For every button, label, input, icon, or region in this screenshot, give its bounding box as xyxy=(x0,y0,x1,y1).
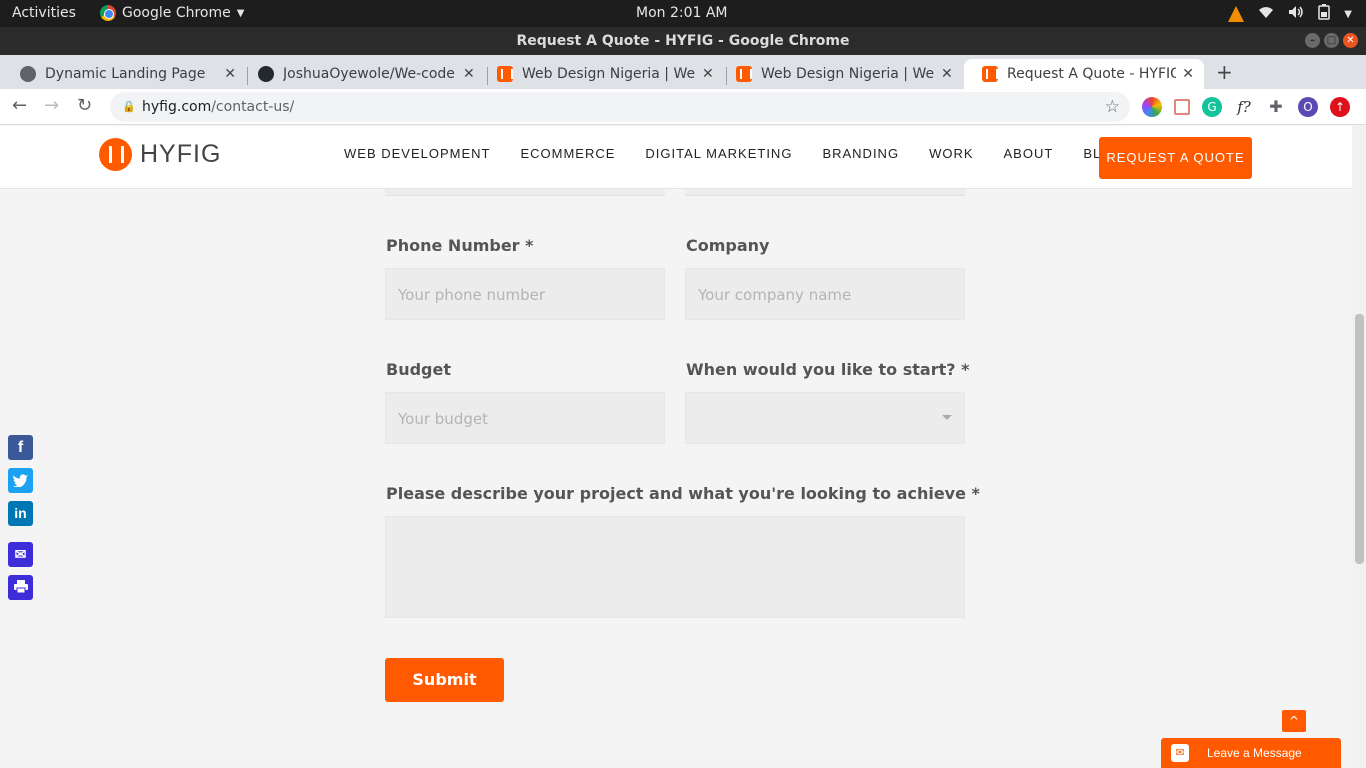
browser-toolbar: ← → ↻ 🔒 hyfig.com/contact-us/ ☆ G f? ✚ O… xyxy=(0,89,1366,125)
chevron-down-icon xyxy=(942,415,952,420)
update-arrow-icon[interactable]: ↑ xyxy=(1330,97,1350,117)
hyfig-logo-icon xyxy=(99,138,132,171)
chat-widget[interactable]: ✉ Leave a Message xyxy=(1161,738,1341,768)
tab-title: JoshuaOyewole/We-code xyxy=(283,66,455,82)
globe-icon xyxy=(20,66,36,82)
profile-avatar[interactable]: O xyxy=(1298,97,1318,117)
chevron-down-icon: ▼ xyxy=(236,7,245,19)
system-tray[interactable]: ▼ xyxy=(1228,4,1352,24)
app-menu[interactable]: Google Chrome ▼ xyxy=(100,5,244,21)
nav-about[interactable]: ABOUT xyxy=(1004,146,1054,161)
email-icon[interactable]: ✉ xyxy=(8,542,33,567)
close-tab-icon[interactable]: ✕ xyxy=(702,66,714,82)
grammarly-extension-icon[interactable]: G xyxy=(1202,97,1222,117)
chrome-icon xyxy=(100,5,116,21)
close-tab-icon[interactable]: ✕ xyxy=(941,66,953,82)
formula-extension-icon[interactable]: f? xyxy=(1234,97,1254,117)
company-label: Company xyxy=(686,236,770,255)
vlc-icon[interactable] xyxy=(1228,6,1245,22)
nav-work[interactable]: WORK xyxy=(929,146,973,161)
app-menu-label: Google Chrome xyxy=(122,5,231,21)
page-scrollbar[interactable] xyxy=(1352,126,1366,768)
close-tab-icon[interactable]: ✕ xyxy=(224,66,236,82)
extensions-area: G f? ✚ O ↑ xyxy=(1142,97,1350,117)
system-top-bar: Activities Google Chrome ▼ Mon 2:01 AM ▼ xyxy=(0,0,1366,27)
calendar-extension-icon[interactable] xyxy=(1174,99,1190,115)
close-window-icon[interactable]: ✕ xyxy=(1343,33,1358,48)
minimize-icon[interactable]: – xyxy=(1305,33,1320,48)
window-title-bar: Request A Quote - HYFIG - Google Chrome … xyxy=(0,27,1366,55)
nav-ecommerce[interactable]: ECOMMERCE xyxy=(520,146,615,161)
tab-strip: Dynamic Landing Page ✕ JoshuaOyewole/We-… xyxy=(0,55,1366,89)
maximize-icon[interactable]: □ xyxy=(1324,33,1339,48)
address-bar[interactable]: 🔒 hyfig.com/contact-us/ ☆ xyxy=(110,92,1130,122)
forward-icon[interactable]: → xyxy=(44,95,59,116)
request-quote-button[interactable]: REQUEST A QUOTE xyxy=(1099,137,1252,179)
tab-github[interactable]: JoshuaOyewole/We-code ✕ xyxy=(240,59,485,89)
bookmark-star-icon[interactable]: ☆ xyxy=(1105,92,1120,122)
color-picker-extension-icon[interactable] xyxy=(1142,97,1162,117)
power-menu-chevron-icon[interactable]: ▼ xyxy=(1344,9,1352,20)
wifi-icon xyxy=(1258,5,1274,23)
twitter-icon[interactable] xyxy=(8,468,33,493)
hyfig-icon xyxy=(982,66,998,82)
scrollbar-thumb[interactable] xyxy=(1355,314,1364,564)
tab-title: Web Design Nigeria | Web xyxy=(761,66,935,82)
start-date-label: When would you like to start? * xyxy=(686,360,970,379)
system-clock[interactable]: Mon 2:01 AM xyxy=(636,5,728,21)
url-path: /contact-us/ xyxy=(211,99,295,115)
volume-icon xyxy=(1288,5,1304,23)
lock-icon[interactable]: 🔒 xyxy=(122,92,136,122)
close-tab-icon[interactable]: ✕ xyxy=(463,66,475,82)
back-icon[interactable]: ← xyxy=(12,95,27,116)
back-to-top-button[interactable]: ^ xyxy=(1282,710,1306,732)
activities-button[interactable]: Activities xyxy=(12,5,76,21)
github-icon xyxy=(258,66,274,82)
puzzle-extensions-icon[interactable]: ✚ xyxy=(1266,97,1286,117)
site-logo[interactable]: HYFIG xyxy=(99,138,221,171)
url-domain: hyfig.com xyxy=(142,99,212,115)
facebook-icon[interactable]: f xyxy=(8,435,33,460)
nav-digital-marketing[interactable]: DIGITAL MARKETING xyxy=(645,146,792,161)
company-input[interactable]: Your company name xyxy=(685,268,965,320)
submit-button[interactable]: Submit xyxy=(385,658,504,702)
tab-dynamic-landing-page[interactable]: Dynamic Landing Page ✕ xyxy=(2,59,246,89)
close-tab-icon[interactable]: ✕ xyxy=(1182,66,1194,82)
budget-label: Budget xyxy=(386,360,451,379)
hyfig-icon xyxy=(736,66,752,82)
chat-label: Leave a Message xyxy=(1207,746,1302,760)
main-nav: WEB DEVELOPMENT ECOMMERCE DIGITAL MARKET… xyxy=(344,146,1123,161)
site-header: HYFIG WEB DEVELOPMENT ECOMMERCE DIGITAL … xyxy=(0,126,1352,189)
description-textarea[interactable] xyxy=(385,516,965,618)
hyfig-icon xyxy=(497,66,513,82)
reload-icon[interactable]: ↻ xyxy=(77,95,92,116)
phone-input[interactable]: Your phone number xyxy=(385,268,665,320)
tab-title: Web Design Nigeria | Web xyxy=(522,66,696,82)
phone-label: Phone Number * xyxy=(386,236,534,255)
brand-name: HYFIG xyxy=(140,140,222,168)
tab-request-a-quote[interactable]: Request A Quote - HYFIG ✕ xyxy=(964,59,1204,89)
nav-web-development[interactable]: WEB DEVELOPMENT xyxy=(344,146,490,161)
budget-input[interactable]: Your budget xyxy=(385,392,665,444)
window-title: Request A Quote - HYFIG - Google Chrome xyxy=(516,33,850,49)
print-icon[interactable] xyxy=(8,575,33,600)
tab-web-design-nigeria-2[interactable]: Web Design Nigeria | Web ✕ xyxy=(718,59,963,89)
linkedin-icon[interactable]: in xyxy=(8,501,33,526)
chat-envelope-icon: ✉ xyxy=(1171,744,1189,762)
tab-title: Dynamic Landing Page xyxy=(45,66,206,82)
new-tab-icon[interactable]: + xyxy=(1216,60,1233,84)
tab-title: Request A Quote - HYFIG xyxy=(1007,66,1177,82)
page-content: HYFIG WEB DEVELOPMENT ECOMMERCE DIGITAL … xyxy=(0,126,1352,768)
start-date-select[interactable] xyxy=(685,392,965,444)
tab-web-design-nigeria-1[interactable]: Web Design Nigeria | Web ✕ xyxy=(479,59,724,89)
battery-icon xyxy=(1318,4,1331,24)
nav-branding[interactable]: BRANDING xyxy=(822,146,899,161)
description-label: Please describe your project and what yo… xyxy=(386,484,980,503)
